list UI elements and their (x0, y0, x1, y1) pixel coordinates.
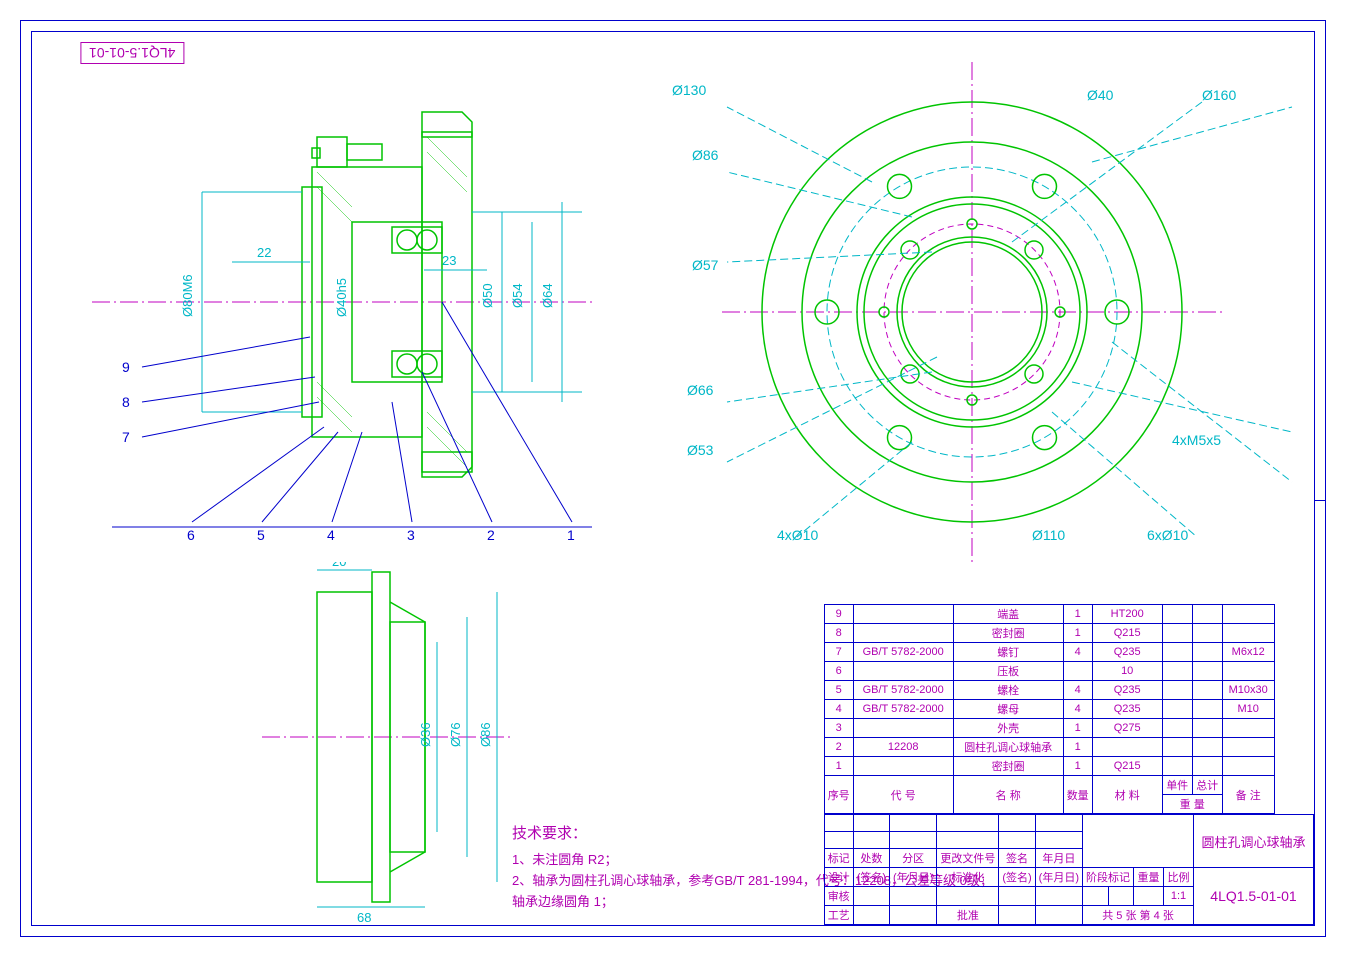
bom-row: 7GB/T 5782-2000螺钉4Q235M6x12 (824, 643, 1274, 662)
balloon-4: 4 (327, 527, 335, 543)
dim-w23: 23 (442, 253, 456, 268)
drawing-no: 4LQ1.5-01-01 (1194, 868, 1314, 925)
scale-val: 1:1 (1164, 887, 1194, 906)
balloon-8: 8 (122, 394, 130, 410)
dim-w68: 68 (357, 910, 371, 925)
bom-row: 1密封圈1Q215 (824, 757, 1274, 776)
dim-d40: Ø40 (1087, 87, 1113, 103)
hdr-w2: 总计 (1192, 776, 1222, 795)
bom-header-row: 序号 代 号 名 称 数量 材 料 单件 总计 备 注 (824, 776, 1274, 795)
dim-d57: Ø57 (692, 257, 718, 273)
hdr-code: 代 号 (853, 776, 953, 814)
bom-row: 6压板10 (824, 662, 1274, 681)
dim-d86: Ø86 (692, 147, 718, 163)
rotated-drawing-no: 4LQ1.5-01-01 (80, 42, 184, 64)
dim-4x10: 4xØ10 (777, 527, 818, 543)
dim-d130: Ø130 (672, 82, 706, 98)
balloon-6: 6 (187, 527, 195, 543)
dim-d64: Ø64 (540, 283, 555, 308)
edge-tick (1315, 500, 1325, 501)
sheet-info: 共 5 张 第 4 张 (1083, 906, 1194, 925)
dim-tap: 4xM5x5 (1172, 432, 1221, 448)
balloon-1: 1 (567, 527, 575, 543)
dim-w22: 22 (257, 245, 271, 260)
balloon-2: 2 (487, 527, 495, 543)
dim-d54: Ø54 (510, 283, 525, 308)
bom-row: 8密封圈1Q215 (824, 624, 1274, 643)
title-block: 9端盖1HT2008密封圈1Q2157GB/T 5782-2000螺钉4Q235… (824, 604, 1314, 925)
hdr-name: 名 称 (953, 776, 1063, 814)
dim-d36: Ø36 (418, 722, 433, 747)
title-table: 圆柱孔调心球轴承 标记处数分区 更改文件号签名年月日 设计(签名)(年月日) 标… (824, 814, 1314, 925)
hdr-mat: 材 料 (1092, 776, 1162, 814)
hdr-w1: 单件 (1162, 776, 1192, 795)
balloon-7: 7 (122, 429, 130, 445)
bom-row: 4GB/T 5782-2000螺母4Q235M10 (824, 700, 1274, 719)
hdr-rem: 备 注 (1222, 776, 1274, 814)
dim-d86: Ø86 (478, 722, 493, 747)
drawing-title: 圆柱孔调心球轴承 (1194, 815, 1314, 868)
hdr-qty: 数量 (1063, 776, 1092, 814)
dim-d40h5: Ø40h5 (334, 278, 349, 317)
balloon-5: 5 (257, 527, 265, 543)
bom-row: 3外壳1Q275 (824, 719, 1274, 738)
balloon-3: 3 (407, 527, 415, 543)
bom-row: 212208圆柱孔调心球轴承1 (824, 738, 1274, 757)
hdr-no: 序号 (824, 776, 853, 814)
dim-6x10: 6xØ10 (1147, 527, 1188, 543)
bom-row: 9端盖1HT200 (824, 605, 1274, 624)
bom-row: 5GB/T 5782-2000螺栓4Q235M10x30 (824, 681, 1274, 700)
dim-w20: 20 (332, 562, 346, 569)
flange-view (632, 52, 1312, 572)
hdr-weight: 重 量 (1162, 795, 1222, 814)
outer-border: 4LQ1.5-01-01 (20, 20, 1326, 937)
profile-view-bottom: 20 68 Ø36 Ø76 Ø86 (262, 562, 522, 932)
inner-border: 4LQ1.5-01-01 (31, 31, 1315, 926)
dim-d66: Ø66 (687, 382, 713, 398)
dim-d110: Ø110 (1032, 527, 1065, 543)
dim-d76: Ø76 (448, 722, 463, 747)
bom-table: 9端盖1HT2008密封圈1Q2157GB/T 5782-2000螺钉4Q235… (824, 604, 1275, 814)
balloon-9: 9 (122, 359, 130, 375)
dim-d80: Ø80M6 (180, 274, 195, 317)
section-view-left: Ø50 Ø54 Ø64 Ø80M6 Ø40h5 22 23 9 8 7 6 5 (92, 72, 612, 552)
dim-d50: Ø50 (480, 283, 495, 308)
dim-d160: Ø160 (1202, 87, 1236, 103)
dim-d53: Ø53 (687, 442, 713, 458)
